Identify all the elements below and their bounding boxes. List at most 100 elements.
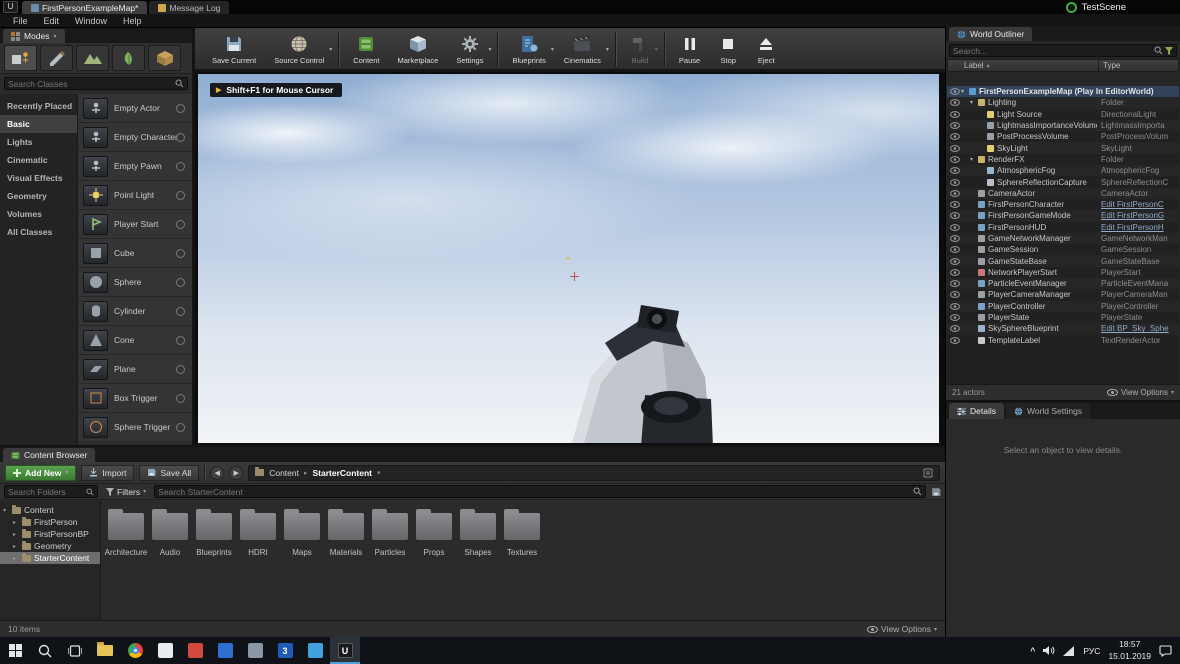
mode-item-sphere[interactable]: Sphere xyxy=(78,268,192,297)
asset-folder-particles[interactable]: Particles xyxy=(368,505,412,558)
network-icon[interactable] xyxy=(1063,645,1075,656)
task-view-button[interactable] xyxy=(60,637,90,664)
outliner-row-gamestatebase[interactable]: GameStateBase GameStateBase xyxy=(947,255,1179,267)
visibility-eye-icon[interactable] xyxy=(948,178,961,186)
visibility-eye-icon[interactable] xyxy=(948,156,961,163)
mode-item-box-trigger[interactable]: Box Trigger xyxy=(78,384,192,413)
asset-search-input[interactable] xyxy=(158,486,911,497)
drag-handle-icon[interactable] xyxy=(176,422,185,432)
expander-icon[interactable]: ▾ xyxy=(961,88,968,95)
mode-item-empty-pawn[interactable]: Empty Pawn xyxy=(78,152,192,181)
menu-file[interactable]: File xyxy=(5,16,36,26)
landscape-tool-icon[interactable] xyxy=(76,45,109,71)
search-folders-input[interactable] xyxy=(8,486,84,497)
taskbar-search-button[interactable] xyxy=(30,637,60,664)
folder-tree-item-firstperson[interactable]: ▸ FirstPerson xyxy=(0,516,100,528)
visibility-eye-icon[interactable] xyxy=(948,235,961,242)
visibility-eye-icon[interactable] xyxy=(948,257,961,265)
outliner-row-gamenetworkmanager[interactable]: GameNetworkManager GameNetworkMan xyxy=(947,232,1179,245)
tab-modes[interactable]: Modes ▾ xyxy=(3,29,65,43)
modes-category-basic[interactable]: Basic xyxy=(0,115,77,133)
forward-button[interactable]: ▶ xyxy=(229,465,244,480)
visibility-eye-icon[interactable] xyxy=(948,189,961,197)
source-control-button[interactable]: Source Control ▾ xyxy=(265,29,333,69)
modes-category-volumes[interactable]: Volumes xyxy=(0,205,77,223)
path-options-icon[interactable] xyxy=(923,468,933,478)
tab-content-browser[interactable]: Content Browser xyxy=(3,448,96,462)
outliner-row-spherereflectioncapture[interactable]: SphereReflectionCapture SphereReflectionC xyxy=(947,176,1179,187)
mode-item-cone[interactable]: Cone xyxy=(78,326,192,355)
asset-folder-audio[interactable]: Audio xyxy=(148,505,192,558)
build-button[interactable]: Build ▾ xyxy=(621,29,659,69)
outliner-row-firstpersonexamplemap-play-in-editorworld[interactable]: ▾ FirstPersonExampleMap (Play In EditorWo… xyxy=(947,86,1179,98)
drag-handle-icon[interactable] xyxy=(176,393,185,403)
start-button[interactable] xyxy=(0,637,30,664)
visibility-eye-icon[interactable] xyxy=(948,314,961,321)
asset-folder-blueprints[interactable]: Blueprints xyxy=(192,505,236,558)
language-indicator[interactable]: РУС xyxy=(1083,646,1100,656)
modes-category-recently-placed[interactable]: Recently Placed xyxy=(0,97,77,115)
expander-icon[interactable]: ▾ xyxy=(970,156,977,163)
outliner-row-light-source[interactable]: Light Source DirectionalLight xyxy=(947,109,1179,120)
drag-handle-icon[interactable] xyxy=(176,161,185,171)
expander-icon[interactable]: ▸ xyxy=(13,555,19,562)
content-button[interactable]: Content xyxy=(344,29,388,69)
cinematics-button[interactable]: Cinematics ▾ xyxy=(555,29,610,69)
visibility-eye-icon[interactable] xyxy=(948,144,961,152)
save-all-button[interactable]: Save All xyxy=(139,464,200,481)
visibility-eye-icon[interactable] xyxy=(948,133,961,141)
stop-button[interactable]: Stop xyxy=(709,29,747,69)
action-center-icon[interactable] xyxy=(1159,644,1172,657)
chevron-down-icon[interactable]: ▾ xyxy=(655,46,658,53)
visibility-eye-icon[interactable] xyxy=(948,201,961,209)
taskbar-app-gray-app[interactable] xyxy=(240,637,270,664)
outliner-row-skylight[interactable]: SkyLight SkyLight xyxy=(947,142,1179,154)
modes-category-all-classes[interactable]: All Classes xyxy=(0,223,77,241)
drag-handle-icon[interactable] xyxy=(176,219,185,229)
paint-tool-icon[interactable] xyxy=(40,45,73,71)
visibility-eye-icon[interactable] xyxy=(948,291,961,299)
outliner-row-postprocessvolume[interactable]: PostProcessVolume PostProcessVolum xyxy=(947,131,1179,142)
search-classes-input[interactable] xyxy=(8,78,173,89)
taskbar-app-text-editor[interactable] xyxy=(150,637,180,664)
menu-edit[interactable]: Edit xyxy=(36,16,68,26)
outliner-row-type[interactable]: Edit BP_Sky_Sphe xyxy=(1101,324,1178,333)
window-tab-map[interactable]: FirstPersonExampleMap* xyxy=(22,1,148,14)
visibility-eye-icon[interactable] xyxy=(948,223,961,231)
volume-icon[interactable] xyxy=(1043,645,1055,656)
outliner-row-firstpersoncharacter[interactable]: FirstPersonCharacter Edit FirstPersonC xyxy=(947,199,1179,210)
tray-expand-icon[interactable]: ^ xyxy=(1030,646,1035,656)
menu-help[interactable]: Help xyxy=(115,16,150,26)
taskbar-app-unreal-editor[interactable]: U xyxy=(330,637,360,664)
outliner-row-renderfx[interactable]: ▾ RenderFX Folder xyxy=(947,154,1179,165)
outliner-row-atmosphericfog[interactable]: AtmosphericFog AtmosphericFog xyxy=(947,165,1179,177)
tab-world-outliner[interactable]: World Outliner xyxy=(949,27,1033,41)
breadcrumb-caret-icon[interactable]: ▾ xyxy=(377,469,381,477)
outliner-row-type[interactable]: Edit FirstPersonG xyxy=(1101,211,1178,220)
chevron-down-icon[interactable]: ▾ xyxy=(606,46,609,53)
save-current-button[interactable]: Save Current xyxy=(203,29,265,69)
back-button[interactable]: ◀ xyxy=(210,465,225,480)
outliner-filter-icon[interactable] xyxy=(1165,46,1173,55)
geometry-tool-icon[interactable] xyxy=(148,45,181,71)
window-tab-message-log[interactable]: Message Log xyxy=(149,1,230,14)
outliner-row-firstpersonhud[interactable]: FirstPersonHUD Edit FirstPersonH xyxy=(947,222,1179,233)
filters-button[interactable]: Filters ▾ xyxy=(103,487,149,497)
blueprints-button[interactable]: Blueprints ▾ xyxy=(503,29,554,69)
taskbar-app-red-app[interactable] xyxy=(180,637,210,664)
add-new-button[interactable]: Add New ▾ xyxy=(5,464,77,481)
expander-icon[interactable]: ▸ xyxy=(13,531,19,538)
taskbar-app-file-explorer[interactable] xyxy=(90,637,120,664)
taskbar-clock[interactable]: 18:57 15.01.2019 xyxy=(1108,639,1151,661)
breadcrumb-item-startercontent[interactable]: StarterContent xyxy=(313,468,373,478)
game-viewport[interactable]: ▶ Shift+F1 for Mouse Cursor xyxy=(198,74,939,443)
visibility-eye-icon[interactable] xyxy=(948,302,961,310)
tab-details[interactable]: Details xyxy=(949,403,1004,419)
outliner-row-cameraactor[interactable]: CameraActor CameraActor xyxy=(947,187,1179,199)
visibility-eye-icon[interactable] xyxy=(948,122,961,129)
outliner-row-particleeventmanager[interactable]: ParticleEventManager ParticleEventMana xyxy=(947,278,1179,290)
asset-folder-textures[interactable]: Textures xyxy=(500,505,544,558)
taskbar-app-blue-app[interactable] xyxy=(210,637,240,664)
mode-item-empty-actor[interactable]: Empty Actor xyxy=(78,94,192,123)
asset-folder-hdri[interactable]: HDRI xyxy=(236,505,280,558)
